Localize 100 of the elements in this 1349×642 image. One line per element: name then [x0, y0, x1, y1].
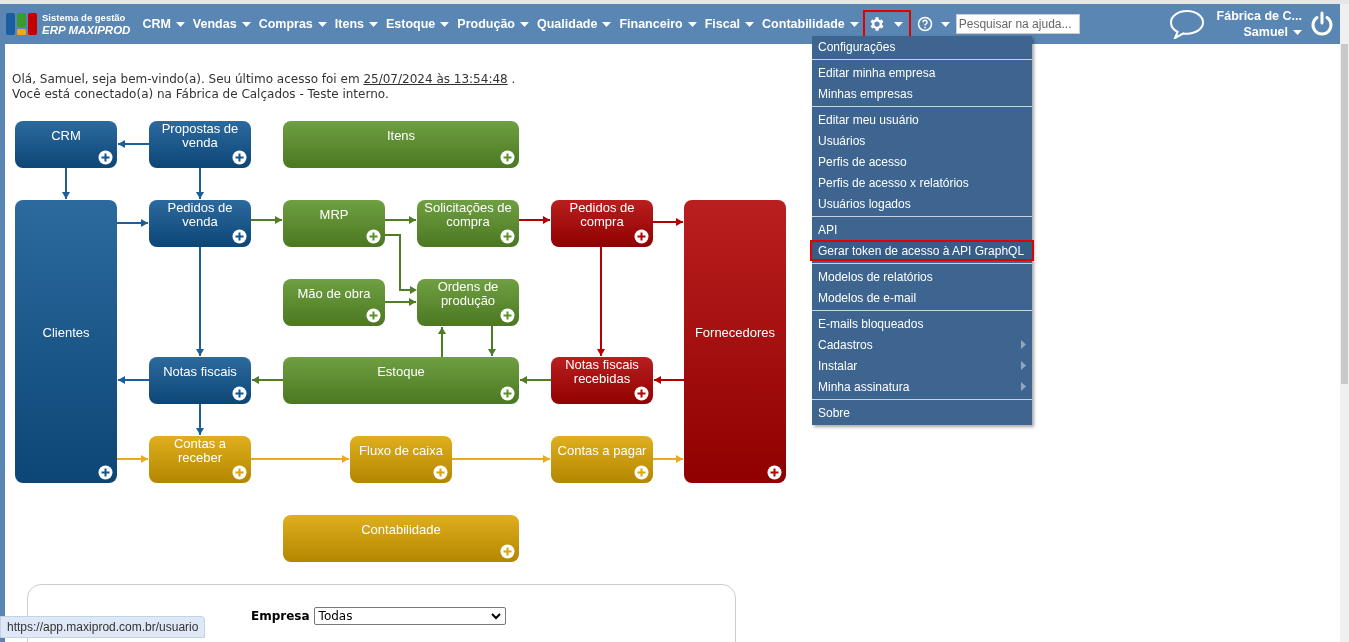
connector-arrow — [384, 234, 417, 294]
caret-icon — [520, 21, 529, 27]
module-node[interactable]: Itens — [283, 121, 519, 168]
menu-item[interactable]: Usuários logados — [810, 193, 1034, 214]
connector-arrow — [62, 167, 70, 200]
caret-icon — [893, 21, 903, 27]
menu-item[interactable]: Usuários — [810, 130, 1034, 151]
connector-arrow — [116, 455, 149, 463]
add-icon[interactable] — [232, 229, 247, 244]
chat-bubble-icon[interactable] — [1168, 9, 1205, 39]
caret-icon — [369, 21, 378, 27]
module-label: Notas fiscais — [163, 365, 237, 379]
connector-arrow — [518, 216, 551, 224]
welcome-message: Olá, Samuel, seja bem-vindo(a). Seu último acesso foi em 25/07/2024 às 13:54:48 . — [12, 72, 516, 87]
add-icon[interactable] — [500, 150, 515, 165]
module-node[interactable]: Fornecedores — [684, 200, 786, 483]
nav-menu-item[interactable]: Fiscal — [700, 17, 759, 31]
menu-item[interactable]: Editar minha empresa — [810, 62, 1034, 83]
nav-menu-item[interactable]: Vendas — [188, 17, 255, 31]
module-node[interactable]: Estoque — [283, 357, 519, 404]
add-icon[interactable] — [500, 308, 515, 323]
module-node[interactable]: Notas fiscais recebidas — [551, 357, 653, 404]
menu-item[interactable]: API — [810, 219, 1034, 240]
module-label: Solicitações de compra — [423, 201, 513, 229]
menu-item[interactable]: Cadastros — [810, 334, 1034, 355]
add-icon[interactable] — [366, 229, 381, 244]
module-label: CRM — [51, 129, 81, 143]
connector-arrow — [196, 167, 204, 200]
add-icon[interactable] — [98, 465, 113, 480]
caret-icon — [241, 21, 251, 27]
module-node[interactable]: Ordens de produção — [417, 279, 519, 326]
submenu-arrow-icon — [1021, 340, 1026, 349]
module-label: Fornecedores — [694, 326, 776, 340]
nav-menu-item[interactable]: CRM — [138, 17, 189, 31]
module-label: Clientes — [42, 326, 90, 340]
module-node[interactable]: CRM — [15, 121, 117, 168]
module-node[interactable]: Notas fiscais — [149, 357, 251, 404]
menu-item[interactable]: Minhas empresas — [810, 83, 1034, 104]
module-label: Contas a receber — [172, 437, 227, 465]
add-icon[interactable] — [98, 150, 113, 165]
chevron-icon — [490, 612, 501, 620]
nav-menu-item[interactable]: Qualidade — [533, 17, 616, 31]
menu-item[interactable]: E-mails bloqueados — [810, 313, 1034, 334]
module-node[interactable]: Mão de obra — [283, 279, 385, 326]
nav-menu-item[interactable]: Compras — [254, 17, 331, 31]
module-label: Contabilidade — [361, 523, 441, 537]
add-icon[interactable] — [500, 386, 515, 401]
caret-icon — [849, 21, 859, 27]
connector-arrow — [250, 216, 283, 224]
menu-item[interactable]: Perfis de acesso — [810, 151, 1034, 172]
company-select[interactable]: Todas — [313, 607, 506, 625]
menu-item[interactable]: Modelos de e-mail — [810, 287, 1034, 308]
help-search-field[interactable]: Pesquisar na ajuda... — [955, 14, 1080, 34]
connection-message: Você está conectado(a) na Fábrica de Calçados - Teste interno. — [12, 87, 390, 102]
module-label: Pedidos de venda — [166, 201, 234, 229]
module-node[interactable]: Solicitações de compra — [417, 200, 519, 247]
nav-menu-item[interactable]: Contabilidade — [758, 17, 863, 31]
company-filter-label: Empresa — [251, 609, 310, 623]
caret-icon — [940, 21, 950, 27]
status-url: https://app.maxiprod.com.br/usuario — [0, 616, 206, 638]
add-icon[interactable] — [232, 386, 247, 401]
menu-item[interactable]: Sobre — [810, 402, 1034, 423]
connector-arrow — [384, 298, 417, 306]
add-icon[interactable] — [366, 308, 381, 323]
module-label: Fluxo de caixa — [359, 444, 443, 458]
add-icon[interactable] — [500, 229, 515, 244]
add-icon[interactable] — [634, 386, 649, 401]
caret-icon — [317, 21, 327, 27]
scrollbar[interactable] — [1340, 4, 1349, 642]
add-icon[interactable] — [232, 150, 247, 165]
module-label: Ordens de produção — [436, 280, 500, 308]
module-label: Contas a pagar — [557, 444, 647, 458]
menu-item[interactable]: Editar meu usuário — [810, 109, 1034, 130]
menu-item[interactable]: Modelos de relatórios — [810, 266, 1034, 287]
add-icon[interactable] — [767, 465, 782, 480]
user-menu-button[interactable]: Samuel — [1243, 25, 1302, 39]
nav-menu-item[interactable]: Estoque — [382, 17, 454, 31]
menu-item[interactable]: Configurações — [810, 36, 1034, 57]
last-access-link[interactable]: 25/07/2024 às 13:54:48 — [363, 72, 508, 86]
connector-arrow — [488, 325, 496, 357]
nav-menu-item[interactable]: Produção — [453, 17, 533, 31]
nav-menu-item[interactable]: Financeiro — [615, 17, 701, 31]
module-node[interactable]: Clientes — [15, 200, 117, 483]
menu-item[interactable]: Instalar — [810, 355, 1034, 376]
caret-icon — [602, 21, 612, 27]
menu-item[interactable]: Gerar token de acesso à API GraphQL — [810, 240, 1034, 261]
module-node[interactable]: Pedidos de venda — [149, 200, 251, 247]
company-name: Fábrica de C... — [1216, 9, 1302, 23]
help-icon — [916, 16, 933, 32]
module-node[interactable]: MRP — [283, 200, 385, 247]
nav-menu-item[interactable]: Itens — [330, 17, 382, 31]
caret-icon — [1293, 29, 1302, 35]
add-icon[interactable] — [634, 229, 649, 244]
module-node[interactable]: Pedidos de compra — [551, 200, 653, 247]
module-label: MRP — [319, 208, 349, 222]
module-node[interactable]: Propostas de venda — [149, 121, 251, 168]
power-icon[interactable] — [1310, 11, 1334, 37]
logo-subtitle: Sistema de gestão — [42, 12, 127, 24]
menu-item[interactable]: Perfis de acesso x relatórios — [810, 172, 1034, 193]
menu-item[interactable]: Minha assinatura — [810, 376, 1034, 397]
